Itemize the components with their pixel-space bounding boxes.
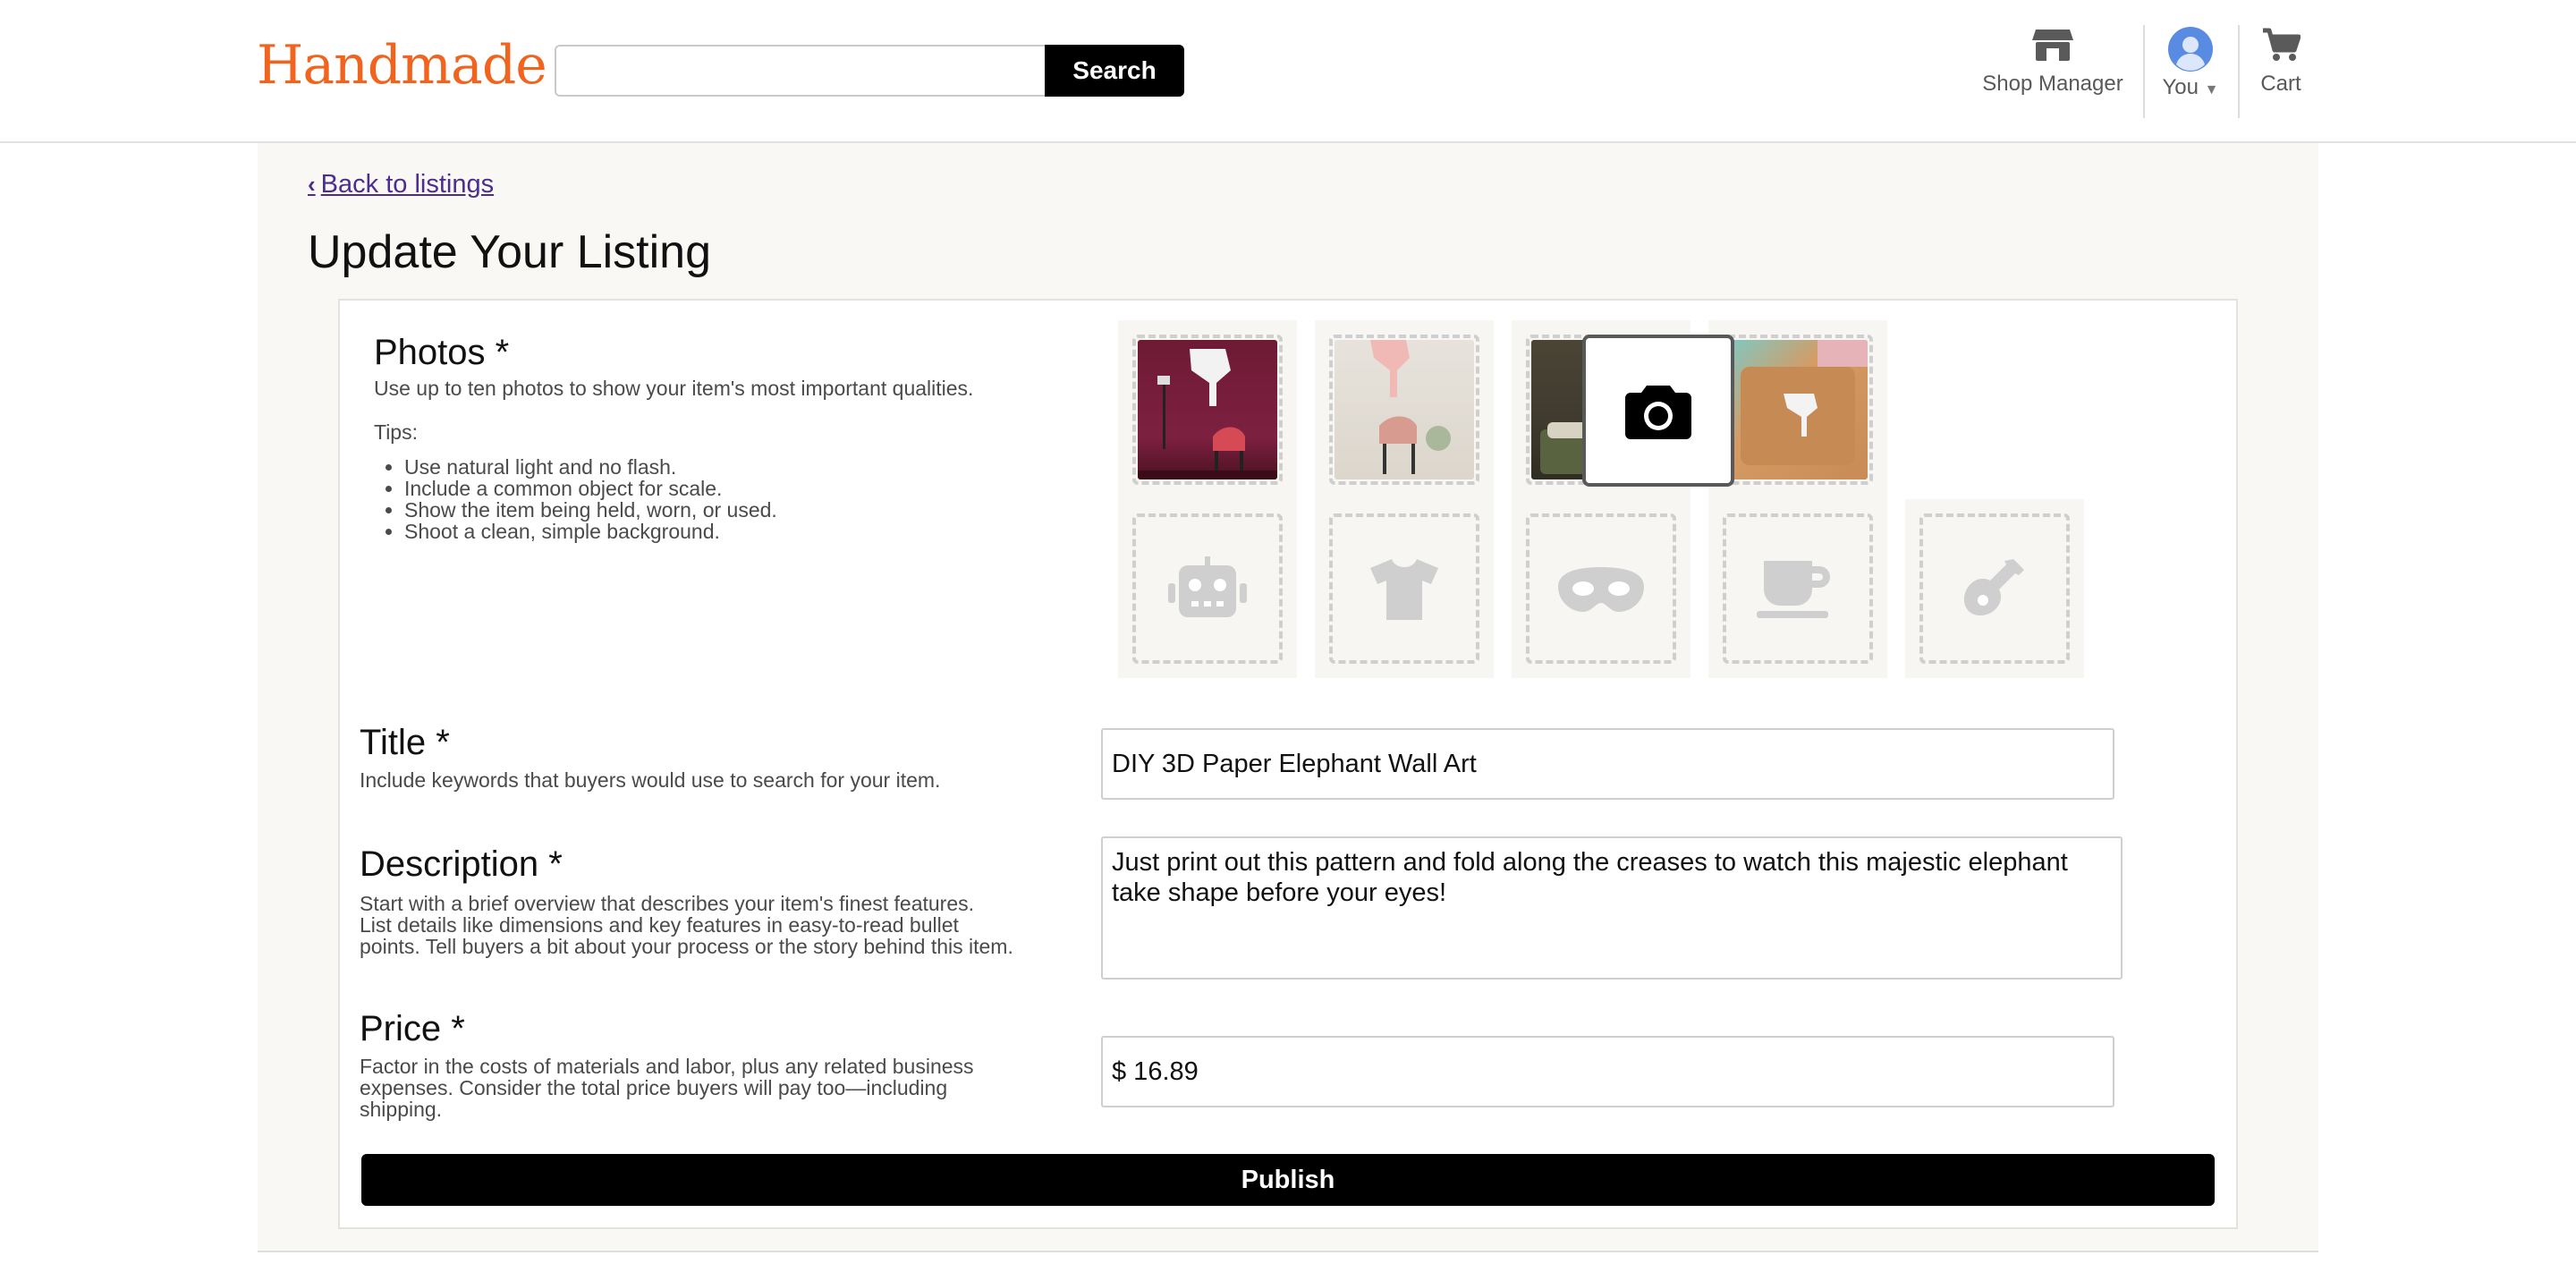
title-field-description: Include keywords that buyers would use t… — [360, 768, 941, 792]
empty-photo-slot[interactable] — [1905, 499, 2084, 678]
title-field-label: Title * — [360, 723, 450, 762]
nav-you[interactable]: You ▼ — [2150, 27, 2231, 116]
description-field-description: Start with a brief overview that describ… — [360, 893, 1013, 957]
price-field-description: Factor in the costs of materials and lab… — [360, 1056, 974, 1120]
add-photo-button[interactable] — [1582, 335, 1734, 487]
shop-manager-label: Shop Manager — [1982, 72, 2123, 96]
price-input[interactable] — [1101, 1036, 2114, 1107]
description-help-line: Start with a brief overview that describ… — [360, 892, 975, 915]
back-to-listings-link[interactable]: ‹ Back to listings — [308, 170, 494, 199]
site-header: Handmade Search Shop Manager You ▼ Cart — [0, 0, 2576, 143]
empty-photo-slot[interactable] — [1708, 499, 1887, 678]
chevron-left-icon: ‹ — [308, 171, 316, 198]
photo-slot[interactable] — [1118, 320, 1297, 499]
nav-divider — [2238, 25, 2240, 118]
price-help-line: Factor in the costs of materials and lab… — [360, 1055, 974, 1078]
photo-frame — [1919, 513, 2070, 664]
photo-frame — [1526, 513, 1676, 664]
tips-list: Use natural light and no flash. Include … — [374, 456, 777, 542]
empty-photo-slot[interactable] — [1512, 499, 1690, 678]
robot-icon — [1168, 556, 1247, 617]
you-label: You — [2162, 75, 2199, 99]
caret-down-icon: ▼ — [2204, 82, 2219, 98]
empty-photo-slot[interactable] — [1118, 499, 1297, 678]
photo-slot[interactable] — [1708, 320, 1887, 499]
tip-item: Use natural light and no flash. — [404, 456, 777, 478]
back-link-label: Back to listings — [320, 170, 495, 199]
photo-frame — [1723, 513, 1873, 664]
tips-label: Tips: — [374, 420, 418, 444]
photos-description: Use up to ten photos to show your item's… — [374, 377, 974, 400]
tshirt-icon — [1370, 559, 1438, 620]
tip-item: Show the item being held, worn, or used. — [404, 499, 777, 521]
camera-icon — [1625, 386, 1691, 439]
search-input[interactable] — [555, 45, 1046, 97]
listing-photo[interactable] — [1728, 340, 1868, 479]
cart-label: Cart — [2260, 72, 2301, 96]
title-input[interactable] — [1101, 728, 2114, 800]
nav-divider — [2143, 25, 2145, 118]
price-help-line: shipping. — [360, 1098, 443, 1121]
photos-title: Photos * — [374, 333, 510, 372]
description-help-line: List details like dimensions and key fea… — [360, 913, 959, 937]
page-title: Update Your Listing — [308, 226, 712, 278]
photo-frame — [1329, 513, 1479, 664]
tip-item: Include a common object for scale. — [404, 478, 777, 499]
tip-item: Shoot a clean, simple background. — [404, 521, 777, 542]
nav-shop-manager[interactable]: Shop Manager — [1972, 27, 2133, 116]
guitar-icon — [1963, 559, 2024, 616]
search-button[interactable]: Search — [1045, 45, 1184, 97]
avatar-icon — [2168, 27, 2213, 72]
publish-button[interactable]: Publish — [361, 1154, 2215, 1206]
cart-icon — [2263, 28, 2301, 61]
nav-cart[interactable]: Cart — [2245, 27, 2317, 116]
description-field-label: Description * — [360, 844, 563, 884]
listing-photo[interactable] — [1335, 340, 1474, 479]
description-help-line: points. Tell buyers a bit about your pro… — [360, 935, 1013, 958]
price-field-label: Price * — [360, 1009, 465, 1048]
description-textarea[interactable]: Just print out this pattern and fold alo… — [1101, 836, 2123, 980]
coffee-cup-icon — [1757, 561, 1830, 618]
listing-photo[interactable] — [1138, 340, 1277, 479]
price-help-line: expenses. Consider the total price buyer… — [360, 1076, 948, 1099]
empty-photo-slot[interactable] — [1315, 499, 1494, 678]
shop-icon — [2032, 30, 2073, 61]
photo-frame — [1132, 513, 1283, 664]
photo-slot[interactable] — [1315, 320, 1494, 499]
mask-icon — [1558, 567, 1644, 612]
logo[interactable]: Handmade — [257, 34, 547, 97]
